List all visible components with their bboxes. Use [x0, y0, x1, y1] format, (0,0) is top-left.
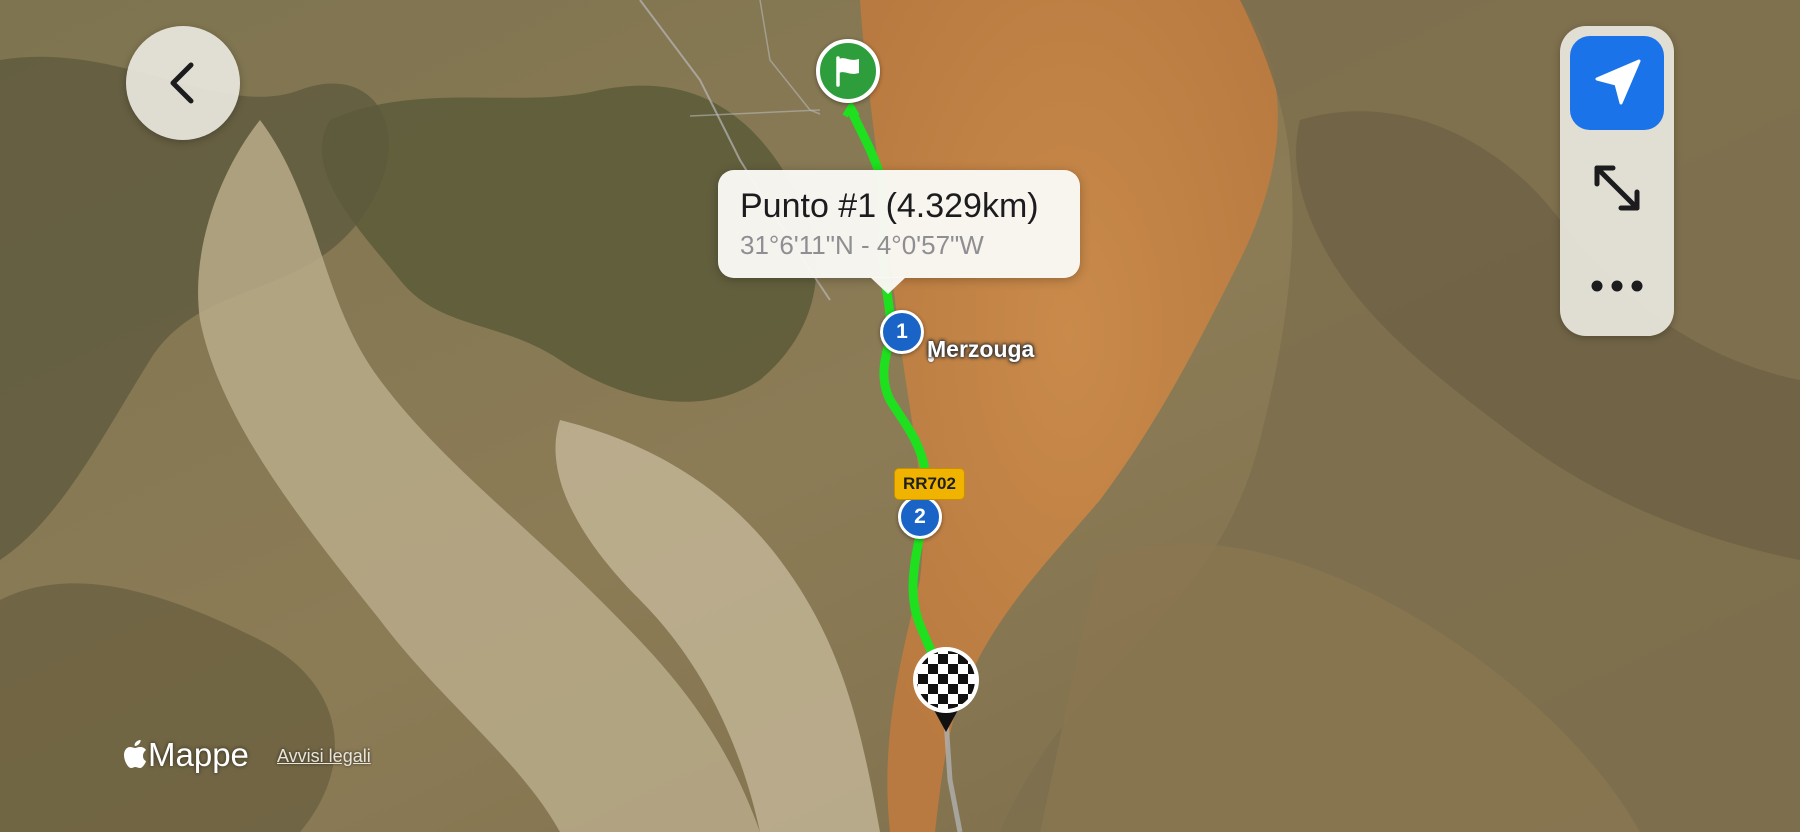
- start-marker[interactable]: [816, 39, 880, 103]
- apple-logo-icon: [124, 740, 146, 768]
- ellipsis-icon: [1591, 280, 1643, 292]
- finish-marker[interactable]: [908, 644, 984, 736]
- expand-button[interactable]: [1570, 146, 1664, 230]
- waypoint-marker-1[interactable]: 1: [880, 310, 924, 354]
- more-options-button[interactable]: [1570, 244, 1664, 328]
- waypoint-marker-2[interactable]: 2: [898, 495, 942, 539]
- maps-brand-label: Mappe: [148, 736, 249, 773]
- locate-button[interactable]: [1570, 36, 1664, 130]
- back-button[interactable]: [126, 26, 240, 140]
- legal-notices-link[interactable]: Avvisi legali: [277, 746, 371, 767]
- map-attribution: Mappe: [122, 736, 249, 774]
- chevron-left-icon: [170, 62, 194, 104]
- callout-coordinates: 31°6'11"N - 4°0'57"W: [740, 230, 984, 260]
- expand-arrows-icon: [1594, 165, 1640, 211]
- satellite-map[interactable]: [0, 0, 1800, 832]
- map-controls-panel: [1560, 26, 1674, 336]
- flag-icon: [836, 56, 859, 87]
- location-arrow-icon: [1595, 59, 1641, 105]
- callout-title: Punto #1 (4.329km): [740, 187, 1039, 225]
- place-label: Merzouga: [927, 336, 1035, 362]
- road-label: RR702: [894, 468, 965, 500]
- waypoint-callout[interactable]: Punto #1 (4.329km) 31°6'11"N - 4°0'57"W: [718, 170, 1080, 294]
